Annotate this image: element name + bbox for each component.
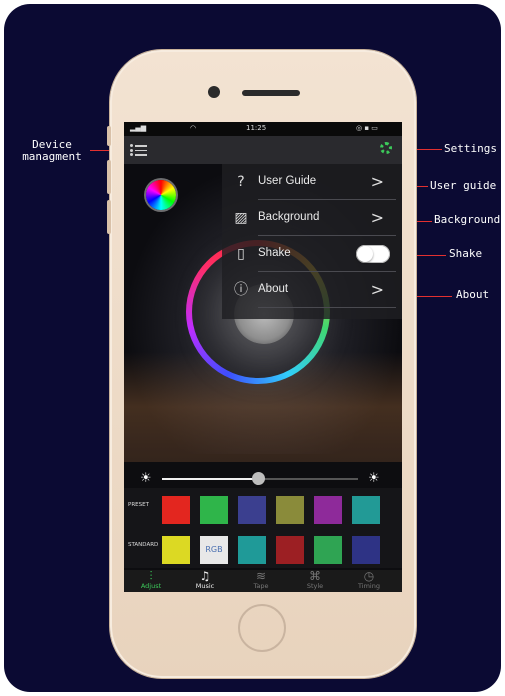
callout-user-guide: User guide	[430, 179, 497, 192]
chevron-right-icon: >	[370, 172, 384, 191]
chevron-right-icon: >	[370, 280, 384, 299]
info-icon: ⓘ	[234, 282, 248, 298]
menu-item-about[interactable]: ⓘ About >	[222, 272, 402, 308]
shake-toggle[interactable]	[356, 245, 390, 263]
brightness-high-icon: ☀	[368, 471, 380, 486]
preset-swatch-4[interactable]	[276, 496, 304, 524]
menu-item-label: Background	[258, 211, 320, 223]
callout-device-management: Device managment	[22, 138, 82, 163]
tab-tape[interactable]: ≋ Tape	[236, 570, 286, 590]
brightness-slider[interactable]: ☀ ☀	[124, 468, 402, 490]
background-frame: Device managment Settings User guide Bac…	[4, 4, 501, 692]
preset-swatch-2[interactable]	[200, 496, 228, 524]
standard-swatch-rgb[interactable]: RGB	[200, 536, 228, 564]
question-icon: ?	[237, 174, 245, 190]
callout-shake: Shake	[449, 247, 483, 260]
volume-up-button	[107, 160, 111, 194]
standard-swatch-1[interactable]	[162, 536, 190, 564]
tab-style[interactable]: ⌘ Style	[290, 570, 340, 590]
music-icon: ♫	[199, 569, 211, 583]
standard-swatch-3[interactable]	[238, 536, 266, 564]
slider-thumb[interactable]	[252, 472, 265, 485]
settings-menu: ? User Guide > ▨ Background > ▯ Shake ⓘ …	[222, 164, 402, 319]
earpiece-speaker	[242, 90, 300, 96]
adjust-icon: ⫶	[149, 569, 153, 583]
brightness-low-icon: ☀	[140, 471, 152, 486]
standard-swatch-4[interactable]	[276, 536, 304, 564]
tab-label: Timing	[358, 582, 380, 590]
callout-about: About	[456, 288, 490, 301]
status-bar: ▂▄▆ ◠ 11:25 ◎ ▪ ▭	[124, 122, 402, 136]
signal-icon: ▂▄▆	[130, 124, 147, 132]
home-button[interactable]	[238, 604, 286, 652]
rgb-label: RGB	[205, 545, 223, 554]
timing-icon: ◷	[363, 569, 375, 583]
menu-item-user-guide[interactable]: ? User Guide >	[222, 164, 402, 200]
tab-label: Adjust	[140, 582, 162, 590]
phone-body: ▂▄▆ ◠ 11:25 ◎ ▪ ▭ ? User Guide > ▨ Backg…	[107, 50, 416, 678]
tab-label: Style	[306, 582, 324, 590]
chevron-right-icon: >	[370, 208, 384, 227]
image-icon: ▨	[234, 210, 248, 226]
mute-switch	[107, 126, 111, 146]
slider-fill	[162, 478, 258, 480]
tape-icon: ≋	[255, 569, 267, 583]
style-icon: ⌘	[309, 569, 321, 583]
tab-label: Tape	[253, 582, 269, 590]
phone-shake-icon: ▯	[237, 246, 245, 262]
preset-label: PRESET	[128, 502, 149, 508]
volume-down-button	[107, 200, 111, 234]
preset-swatch-3[interactable]	[238, 496, 266, 524]
color-wheel-icon[interactable]	[146, 180, 176, 210]
device-management-icon[interactable]	[130, 142, 148, 158]
preset-row: PRESET	[124, 488, 402, 528]
settings-gear-icon[interactable]	[380, 142, 392, 154]
bottom-tab-bar: ⫶ Adjust ♫ Music ≋ Tape ⌘ Style ◷ Timing	[124, 570, 402, 592]
preset-swatch-6[interactable]	[352, 496, 380, 524]
menu-item-label: About	[258, 283, 289, 295]
battery-icon: ◎ ▪ ▭	[356, 124, 378, 132]
menu-item-background[interactable]: ▨ Background >	[222, 200, 402, 236]
phone-screen: ▂▄▆ ◠ 11:25 ◎ ▪ ▭ ? User Guide > ▨ Backg…	[124, 122, 402, 592]
wifi-icon: ◠	[190, 124, 197, 132]
front-camera	[208, 86, 220, 98]
menu-item-label: Shake	[258, 247, 291, 259]
tab-music[interactable]: ♫ Music	[180, 570, 230, 590]
tab-adjust[interactable]: ⫶ Adjust	[126, 570, 176, 590]
callout-background: Background	[434, 213, 501, 226]
top-nav-bar	[124, 136, 402, 164]
preset-swatch-1[interactable]	[162, 496, 190, 524]
standard-label: STANDARD	[128, 542, 159, 548]
callout-settings: Settings	[444, 142, 497, 155]
status-time: 11:25	[246, 124, 267, 132]
tab-timing[interactable]: ◷ Timing	[344, 570, 394, 590]
tab-label: Music	[195, 582, 215, 590]
menu-item-shake[interactable]: ▯ Shake	[222, 236, 402, 272]
preset-swatch-5[interactable]	[314, 496, 342, 524]
standard-swatch-5[interactable]	[314, 536, 342, 564]
divider	[258, 307, 396, 308]
menu-item-label: User Guide	[258, 175, 317, 187]
standard-swatch-6[interactable]	[352, 536, 380, 564]
standard-row: STANDARD RGB	[124, 528, 402, 568]
